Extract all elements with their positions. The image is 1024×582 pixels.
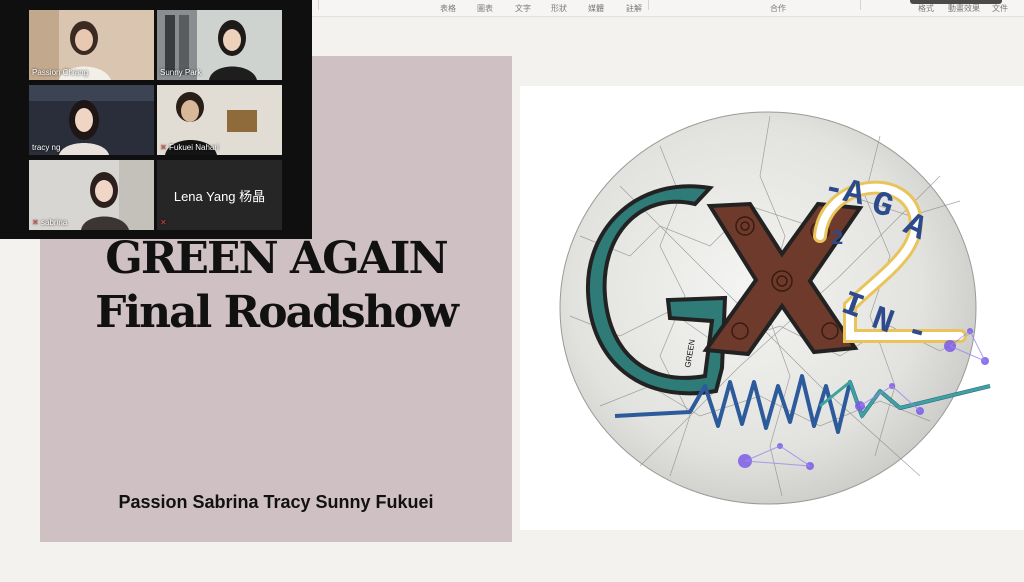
logo-artwork: 2 -A G A I N - GREEN	[559, 111, 991, 505]
screen: 表格 圖表 文字 形狀 媒體 註解 合作 格式 動畫效果 文件 GREEN AG…	[0, 0, 1024, 582]
toolbar-divider	[318, 0, 319, 10]
participant-tile-tracy[interactable]: tracy ng	[29, 85, 154, 155]
participant-name-placeholder: Lena Yang 杨晶	[173, 189, 266, 204]
muted-microphone-icon: ✕	[160, 218, 167, 227]
participant-name-label: ✕ Fukuei Nahari	[160, 143, 219, 152]
participant-tile-sunny[interactable]: Sunny Park	[157, 10, 282, 80]
participant-name: Fukuei Nahari	[169, 143, 219, 152]
slide-title-line-2: Final Roadshow	[95, 287, 459, 338]
participant-name: sabrina	[41, 218, 68, 227]
participant-tile-passion[interactable]: Passion Chiang	[29, 10, 154, 80]
participant-name-label: ✕ sabrina	[32, 218, 67, 227]
toolbar-media[interactable]: 媒體	[588, 3, 604, 14]
toolbar-animate[interactable]: 動畫效果	[948, 3, 980, 14]
participant-tile-lena[interactable]: Lena Yang 杨晶 ✕	[157, 160, 282, 230]
slide-title: GREEN AGAIN Final Roadshow	[40, 232, 512, 340]
participant-tile-sabrina[interactable]: ✕ sabrina	[29, 160, 154, 230]
toolbar-format[interactable]: 格式	[918, 3, 934, 14]
participant-name: Sunny Park	[160, 68, 202, 77]
toolbar-collaborate[interactable]: 合作	[770, 3, 786, 14]
participant-name-label: Passion Chiang	[32, 68, 88, 77]
participant-name-label: Sunny Park	[160, 68, 201, 77]
slide-team-names: Passion Sabrina Tracy Sunny Fukuei	[118, 492, 434, 512]
participant-name-label: tracy ng	[32, 143, 60, 152]
toolbar-divider	[860, 0, 861, 10]
participant-name-label: ✕	[160, 219, 167, 227]
green-again-logo: 2 -A G A I N - GREEN	[520, 86, 1024, 530]
muted-microphone-icon: ✕	[32, 217, 39, 227]
toolbar-chart[interactable]: 圖表	[477, 3, 493, 14]
participant-name: tracy ng	[32, 143, 61, 152]
participant-name: Passion Chiang	[32, 68, 89, 77]
toolbar-text[interactable]: 文字	[515, 3, 531, 14]
logo-digit-text: 2	[832, 227, 843, 249]
toolbar-document[interactable]: 文件	[992, 3, 1008, 14]
slide-title-line-1: GREEN AGAIN	[105, 233, 448, 284]
participant-tile-fukuei[interactable]: ✕ Fukuei Nahari	[157, 85, 282, 155]
video-call-grid: Passion Chiang Sunny Park tracy ng ✕ Fuk…	[0, 0, 312, 239]
muted-microphone-icon: ✕	[160, 142, 167, 152]
toolbar-divider	[648, 0, 649, 10]
toolbar-table[interactable]: 表格	[440, 3, 456, 14]
toolbar-shape[interactable]: 形狀	[551, 3, 567, 14]
toolbar-comment[interactable]: 註解	[626, 3, 642, 14]
